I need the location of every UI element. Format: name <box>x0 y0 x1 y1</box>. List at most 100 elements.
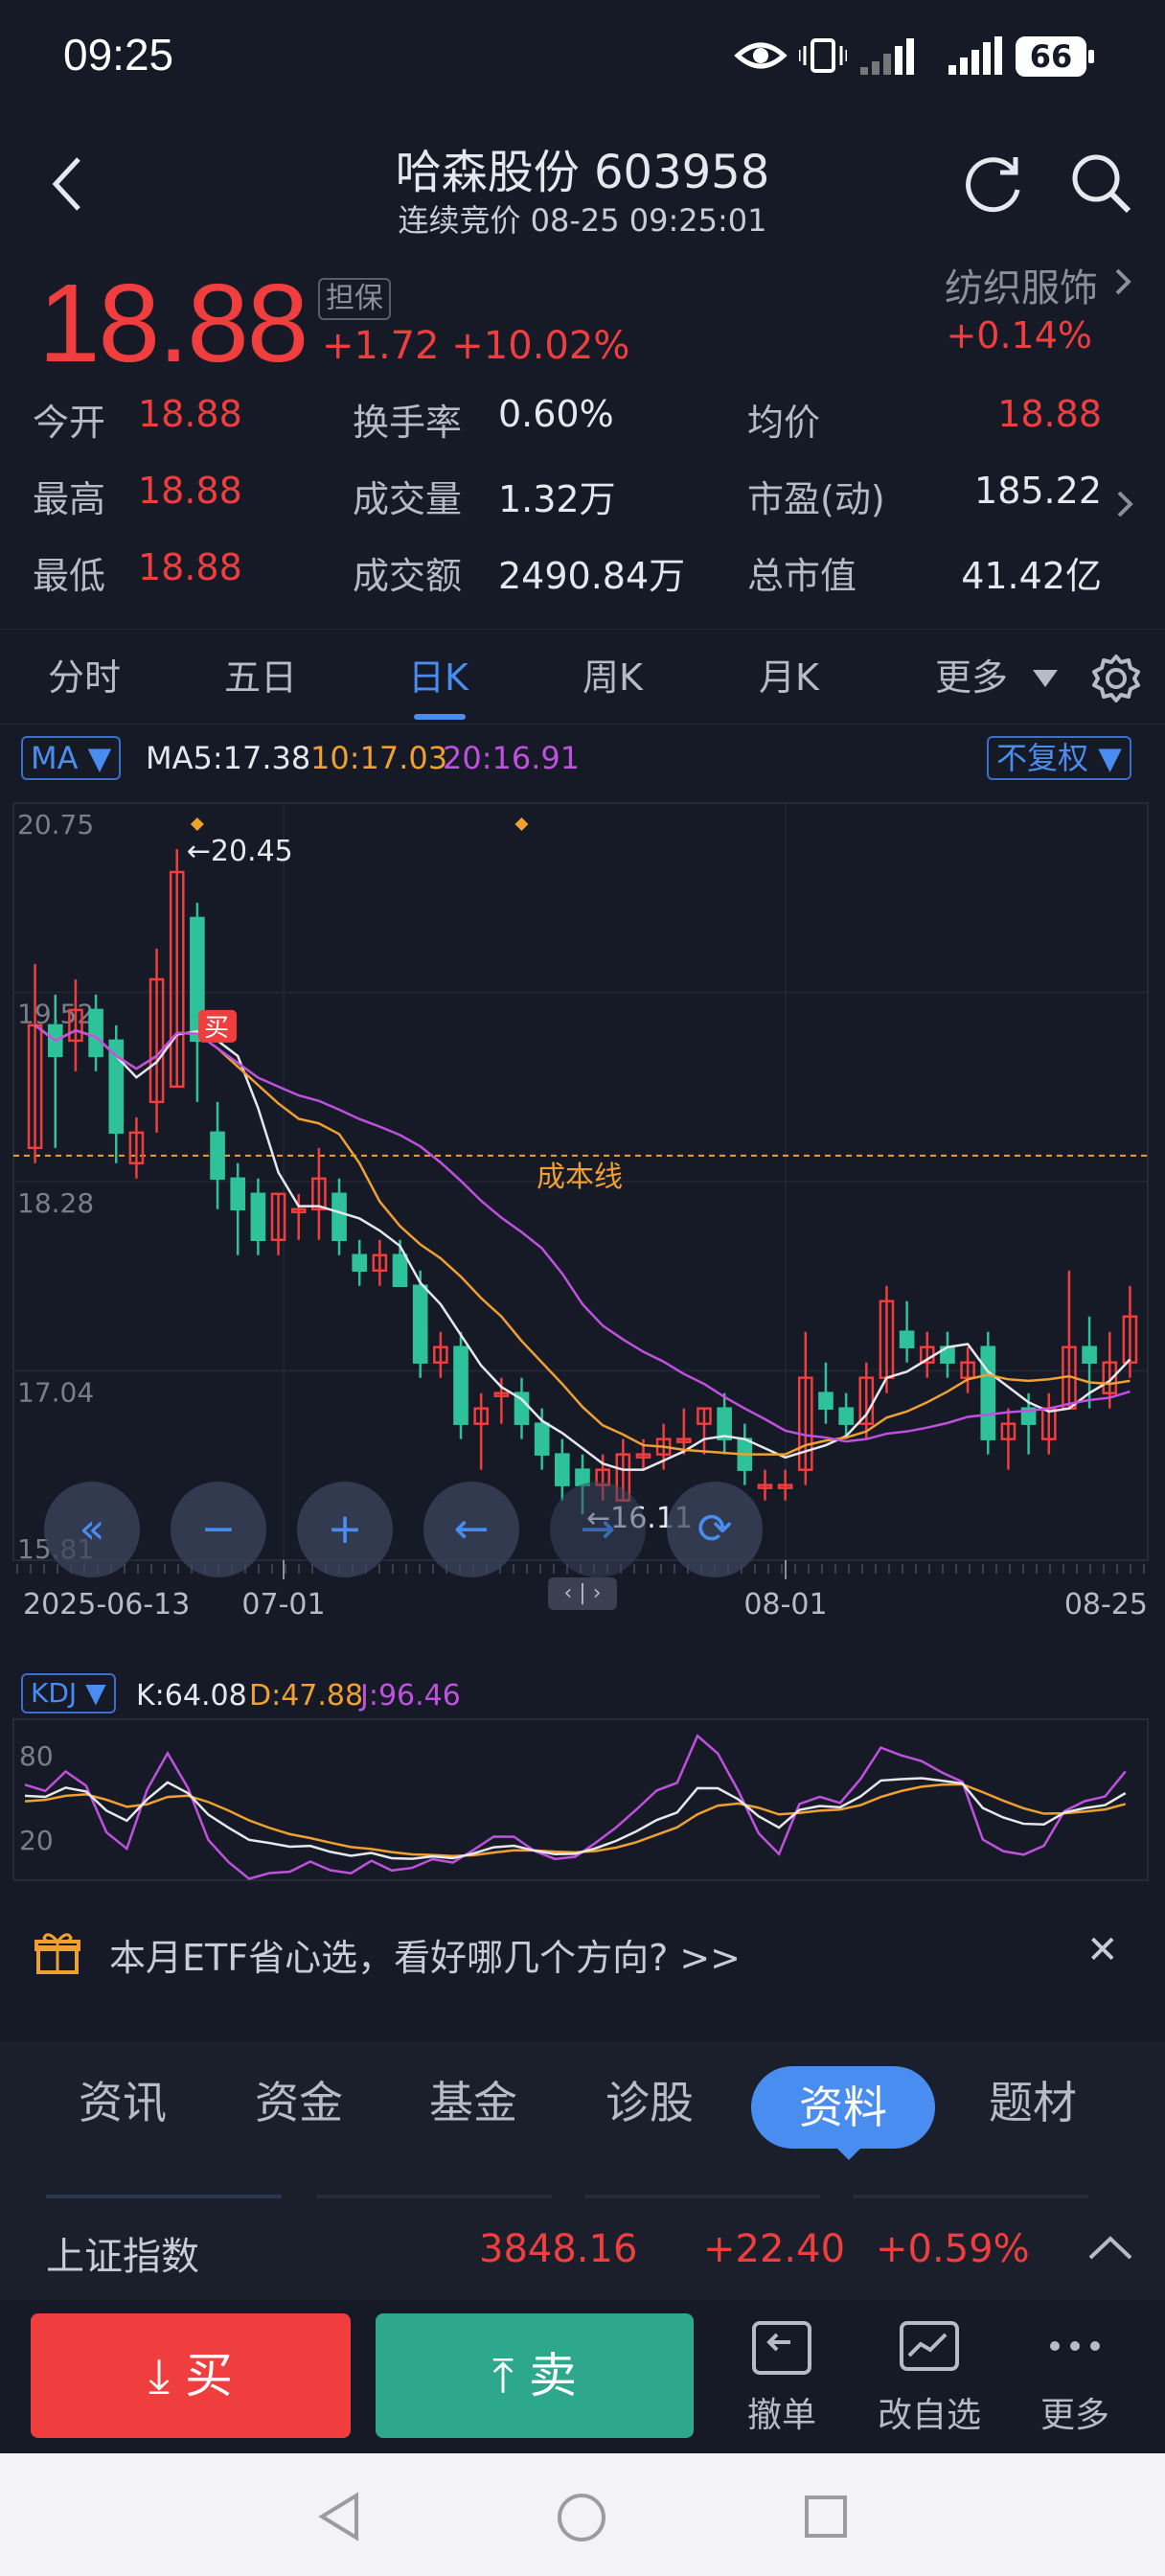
tab-funds[interactable]: 资金 <box>255 2068 343 2131</box>
tab-weekly-k[interactable]: 周K <box>582 630 643 725</box>
kdj-indicator-button[interactable]: KDJ ▼ <box>21 1673 116 1714</box>
sector-change: +0.14% <box>946 314 1092 356</box>
zoom-in-button[interactable]: + <box>297 1482 393 1577</box>
kdj-j-value: J:96.46 <box>360 1679 461 1713</box>
period-tabs: 分时 五日 日K 周K 月K 更多 <box>0 629 1165 724</box>
scroll-left-button[interactable]: ← <box>423 1482 519 1577</box>
vibrate-icon <box>799 38 847 73</box>
chevron-right-icon[interactable] <box>1113 487 1136 521</box>
chevron-right-icon[interactable] <box>1111 264 1134 299</box>
dropdown-icon[interactable] <box>1031 668 1060 689</box>
stat-label: 今开 <box>33 402 106 444</box>
index-change: +22.40 <box>703 2227 846 2271</box>
battery-icon: 66 <box>1016 36 1086 77</box>
price-change: +1.72 +10.02% <box>322 324 630 368</box>
tab-intraday[interactable]: 分时 <box>48 630 121 725</box>
candle-body <box>717 1407 732 1440</box>
sell-button[interactable]: ⤒ 卖 <box>376 2313 694 2438</box>
stat-label: 最低 <box>33 555 106 597</box>
minus-icon: − <box>200 1505 237 1553</box>
tab-daily-k[interactable]: 日K <box>408 630 468 725</box>
buy-arrow-icon: ⤓ <box>148 2348 171 2404</box>
system-nav-bar <box>0 2453 1165 2576</box>
signal-icon-2 <box>948 36 1002 75</box>
nav-home-icon[interactable] <box>556 2492 607 2543</box>
ma-label: MA <box>31 740 79 776</box>
candle-body <box>331 1192 347 1242</box>
ma10-line <box>34 1024 1131 1456</box>
kdj-j-line <box>24 1734 1127 1880</box>
fast-backward-button[interactable]: « <box>44 1482 140 1577</box>
y-tick-label: 20.75 <box>17 809 94 840</box>
event-marker <box>190 817 204 831</box>
ma20-value: 20:16.91 <box>443 740 581 776</box>
candle-body <box>838 1407 854 1425</box>
candle-body <box>250 1192 266 1242</box>
stat-value: 2490.84万 <box>498 555 686 597</box>
margin-badge: 担保 <box>318 278 391 320</box>
zoom-out-button[interactable]: − <box>171 1482 266 1577</box>
close-icon[interactable]: ✕ <box>1086 1928 1119 1972</box>
more-dots-icon <box>1050 2341 1100 2351</box>
candle-body <box>230 1177 246 1211</box>
tab-more[interactable]: 更多 <box>935 630 1008 725</box>
tab-profile[interactable]: 资料 <box>751 2066 935 2149</box>
stat-label: 换手率 <box>353 402 463 444</box>
chevron-up-icon[interactable] <box>1086 2233 1134 2262</box>
index-name: 上证指数 <box>46 2235 199 2279</box>
adjust-button[interactable]: 不复权 ▼ <box>987 736 1131 780</box>
ma5-value: MA5:17.38 <box>146 740 311 776</box>
kdj-chart[interactable]: 80 20 <box>0 1715 1165 1888</box>
stat-label: 总市值 <box>747 555 857 597</box>
ma-indicator-button[interactable]: MA ▼ <box>21 736 122 780</box>
adjust-label: 不复权 <box>996 740 1089 776</box>
buy-label: 买 <box>185 2348 233 2404</box>
edit-watchlist-label: 改自选 <box>877 2396 981 2435</box>
tab-news[interactable]: 资讯 <box>79 2068 167 2131</box>
x-tick-label: 08-25 <box>1064 1588 1148 1622</box>
tab-diagnosis[interactable]: 诊股 <box>605 2068 694 2131</box>
scroll-right-button[interactable]: → <box>550 1482 646 1577</box>
event-marker <box>514 817 529 831</box>
candle-body <box>899 1330 915 1348</box>
buy-button[interactable]: ⤓ 买 <box>31 2313 351 2438</box>
stat-label: 成交量 <box>353 478 463 520</box>
kdj-d-value: D:47.88 <box>249 1679 364 1713</box>
x-tick-label: 2025-06-13 <box>23 1588 190 1622</box>
candle-body <box>352 1254 368 1273</box>
candle-body <box>534 1422 550 1456</box>
y-tick-label: 17.04 <box>17 1377 94 1409</box>
stat-label: 市盈(动) <box>747 478 885 520</box>
sell-arrow-icon: ⤒ <box>491 2348 514 2404</box>
candle-body <box>555 1453 570 1486</box>
arrow-left-icon: ← <box>453 1505 490 1553</box>
promo-text[interactable]: 本月ETF省心选，看好哪几个方向? >> <box>109 1928 741 1981</box>
more-button[interactable]: 更多 <box>1008 2319 1142 2437</box>
edit-watchlist-button[interactable]: 改自选 <box>862 2319 996 2437</box>
tab-monthly-k[interactable]: 月K <box>759 630 819 725</box>
tab-five-day[interactable]: 五日 <box>224 630 297 725</box>
gift-icon <box>34 1933 80 1974</box>
stat-label: 均价 <box>747 402 821 444</box>
rotate-button[interactable]: ⟳ <box>667 1482 763 1577</box>
drag-handle-icon[interactable]: ‹ | › <box>548 1577 617 1610</box>
gear-icon[interactable] <box>1090 653 1142 704</box>
sector-name[interactable]: 纺织服饰 <box>945 257 1098 312</box>
tab-fund[interactable]: 基金 <box>429 2068 517 2131</box>
cancel-order-icon <box>752 2321 811 2375</box>
nav-back-icon[interactable] <box>316 2492 362 2542</box>
sell-label: 卖 <box>529 2348 577 2404</box>
nav-recents-icon[interactable] <box>803 2494 849 2540</box>
stat-value: 41.42亿 <box>961 555 1102 597</box>
battery-tip <box>1088 50 1094 63</box>
placeholder-bar <box>584 2195 820 2198</box>
double-left-icon: « <box>79 1505 105 1553</box>
candle-body <box>1082 1346 1097 1364</box>
tab-theme[interactable]: 题材 <box>989 2068 1077 2131</box>
kdj-tick-label: 20 <box>19 1825 54 1856</box>
x-tick-label: 07-01 <box>241 1588 325 1622</box>
search-icon[interactable] <box>1069 151 1132 215</box>
buy-marker-label: 买 <box>204 1014 229 1043</box>
cancel-order-button[interactable]: 撤单 <box>715 2319 849 2437</box>
refresh-icon[interactable] <box>962 151 1025 215</box>
